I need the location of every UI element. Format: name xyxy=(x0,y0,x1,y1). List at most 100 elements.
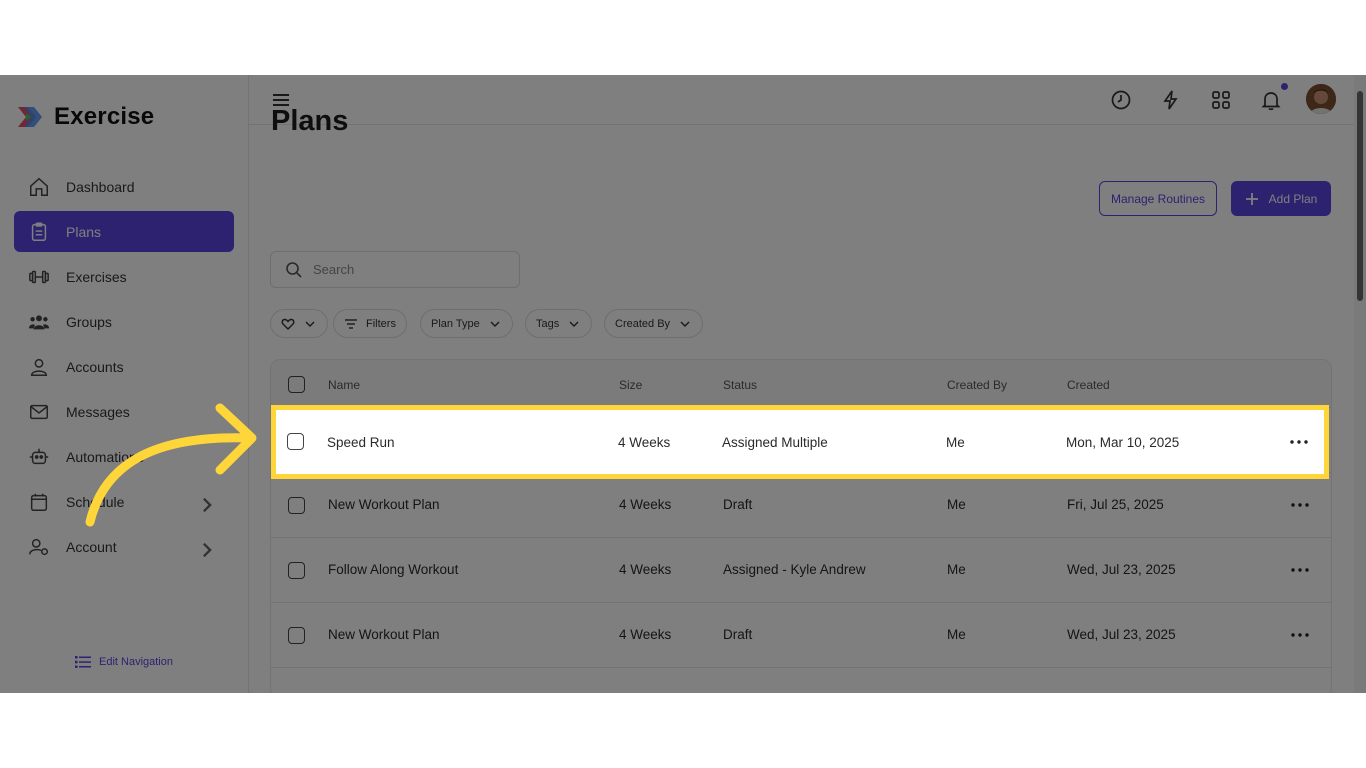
plan-type-chip[interactable]: Plan Type xyxy=(420,309,513,338)
row-checkbox[interactable] xyxy=(288,627,305,644)
row-more-icon[interactable] xyxy=(1290,440,1308,444)
plan-created: Wed, Jul 23, 2025 xyxy=(1067,562,1176,577)
top-bar xyxy=(249,75,1354,125)
filter-icon xyxy=(345,318,357,329)
edit-navigation-label: Edit Navigation xyxy=(99,656,173,668)
calendar-icon xyxy=(30,493,48,511)
plan-created-by: Me xyxy=(947,627,966,642)
user-gear-icon xyxy=(29,538,48,555)
sidebar-item-label: Plans xyxy=(66,223,102,240)
plan-type-chip-label: Plan Type xyxy=(431,317,480,330)
table-row[interactable]: Follow Along Workout 4 Weeks Assigned - … xyxy=(271,538,1331,603)
sidebar-item-label: Accounts xyxy=(66,358,124,375)
notification-dot xyxy=(1281,83,1288,90)
select-all-checkbox[interactable] xyxy=(288,376,305,393)
tags-chip-label: Tags xyxy=(536,317,560,330)
plan-created-by: Me xyxy=(947,562,966,577)
sidebar-item-account[interactable]: Account xyxy=(14,526,234,567)
plan-status: Draft xyxy=(723,497,753,512)
plan-created: Wed, Jul 23, 2025 xyxy=(1067,627,1176,642)
brand[interactable]: Exercise xyxy=(16,103,154,131)
mail-icon xyxy=(30,404,48,419)
favorites-filter-chip[interactable] xyxy=(270,309,328,338)
app-screenshot: Exercise Dashboard Plans Exercises Group… xyxy=(0,75,1366,693)
plan-name[interactable]: New Workout Plan xyxy=(328,627,440,642)
table-row[interactable]: New Workout Plan 4 Weeks Draft Me Wed, J… xyxy=(271,603,1331,668)
sidebar-item-label: Dashboard xyxy=(66,178,135,195)
filters-chip[interactable]: Filters xyxy=(333,309,407,338)
plan-status: Draft xyxy=(723,627,753,642)
sidebar-item-plans[interactable]: Plans xyxy=(14,211,234,252)
brand-logo-icon xyxy=(18,107,42,127)
sidebar-item-groups[interactable]: Groups xyxy=(14,301,234,342)
edit-navigation-link[interactable]: Edit Navigation xyxy=(75,655,173,669)
chevron-down-icon xyxy=(569,321,579,327)
plan-name[interactable]: Speed Run xyxy=(327,435,395,450)
column-header-status[interactable]: Status xyxy=(723,378,757,392)
search-field[interactable] xyxy=(270,251,520,288)
row-more-icon[interactable] xyxy=(1291,503,1309,507)
plan-created-by: Me xyxy=(946,435,965,450)
column-header-created-by[interactable]: Created By xyxy=(947,378,1007,392)
plan-size: 4 Weeks xyxy=(619,497,672,512)
search-icon xyxy=(286,261,302,278)
avatar[interactable] xyxy=(1306,84,1336,114)
robot-icon xyxy=(29,448,49,464)
plan-created: Fri, Jul 25, 2025 xyxy=(1067,497,1164,512)
clock-icon[interactable] xyxy=(1109,88,1133,112)
column-header-size[interactable]: Size xyxy=(619,378,642,392)
grid-icon[interactable] xyxy=(1209,88,1233,112)
plan-created: Mon, Mar 10, 2025 xyxy=(1066,435,1180,450)
created-by-chip-label: Created By xyxy=(615,317,671,330)
bolt-icon[interactable] xyxy=(1159,88,1183,112)
column-header-name[interactable]: Name xyxy=(328,378,360,392)
row-checkbox[interactable] xyxy=(288,562,305,579)
pointer-arrow-icon xyxy=(85,403,257,527)
row-checkbox[interactable] xyxy=(288,497,305,514)
plan-status: Assigned - Kyle Andrew xyxy=(723,562,866,577)
plus-icon xyxy=(1245,192,1258,205)
page-scrollbar[interactable] xyxy=(1354,75,1366,693)
plan-size: 4 Weeks xyxy=(618,435,671,450)
table-row[interactable]: New Workout Plan 4 Weeks Draft Me Fri, J… xyxy=(271,473,1331,538)
created-by-chip[interactable]: Created By xyxy=(604,309,704,338)
list-icon xyxy=(75,656,91,668)
user-icon xyxy=(30,358,48,376)
sidebar-item-accounts[interactable]: Accounts xyxy=(14,346,234,387)
sidebar-item-dashboard[interactable]: Dashboard xyxy=(14,166,234,207)
brand-name: Exercise xyxy=(54,103,155,130)
plan-name[interactable]: New Workout Plan xyxy=(328,497,440,512)
plan-status: Assigned Multiple xyxy=(722,435,828,450)
row-more-icon[interactable] xyxy=(1291,633,1309,637)
chevron-down-icon xyxy=(680,321,690,327)
column-header-created[interactable]: Created xyxy=(1067,378,1110,392)
chevron-down-icon xyxy=(305,321,315,327)
plan-name[interactable]: Follow Along Workout xyxy=(328,562,458,577)
filters-chip-label: Filters xyxy=(366,317,396,330)
search-input[interactable] xyxy=(313,262,493,277)
clipboard-icon xyxy=(31,222,47,241)
row-checkbox[interactable] xyxy=(287,433,304,450)
users-icon xyxy=(28,314,50,329)
manage-routines-button[interactable]: Manage Routines xyxy=(1099,181,1217,216)
sidebar: Exercise Dashboard Plans Exercises Group… xyxy=(0,75,249,693)
sidebar-item-exercises[interactable]: Exercises xyxy=(14,256,234,297)
sidebar-item-label: Exercises xyxy=(66,268,127,285)
plan-size: 4 Weeks xyxy=(619,562,672,577)
highlighted-table-row[interactable]: Speed Run 4 Weeks Assigned Multiple Me M… xyxy=(271,405,1329,479)
home-icon xyxy=(30,177,48,196)
heart-icon xyxy=(281,318,295,330)
row-more-icon[interactable] xyxy=(1291,568,1309,572)
page-title: Plans xyxy=(271,105,349,137)
sidebar-item-label: Groups xyxy=(66,313,112,330)
plan-created-by: Me xyxy=(947,497,966,512)
plan-size: 4 Weeks xyxy=(619,627,672,642)
scrollbar-thumb[interactable] xyxy=(1357,91,1363,301)
bell-icon[interactable] xyxy=(1259,88,1283,112)
table-header: Name Size Status Created By Created xyxy=(271,360,1331,408)
tags-chip[interactable]: Tags xyxy=(525,309,593,338)
chevron-down-icon xyxy=(490,321,500,327)
add-plan-button[interactable]: Add Plan xyxy=(1231,181,1331,216)
dumbbell-icon xyxy=(29,270,49,283)
sidebar-item-label: Account xyxy=(66,538,117,555)
